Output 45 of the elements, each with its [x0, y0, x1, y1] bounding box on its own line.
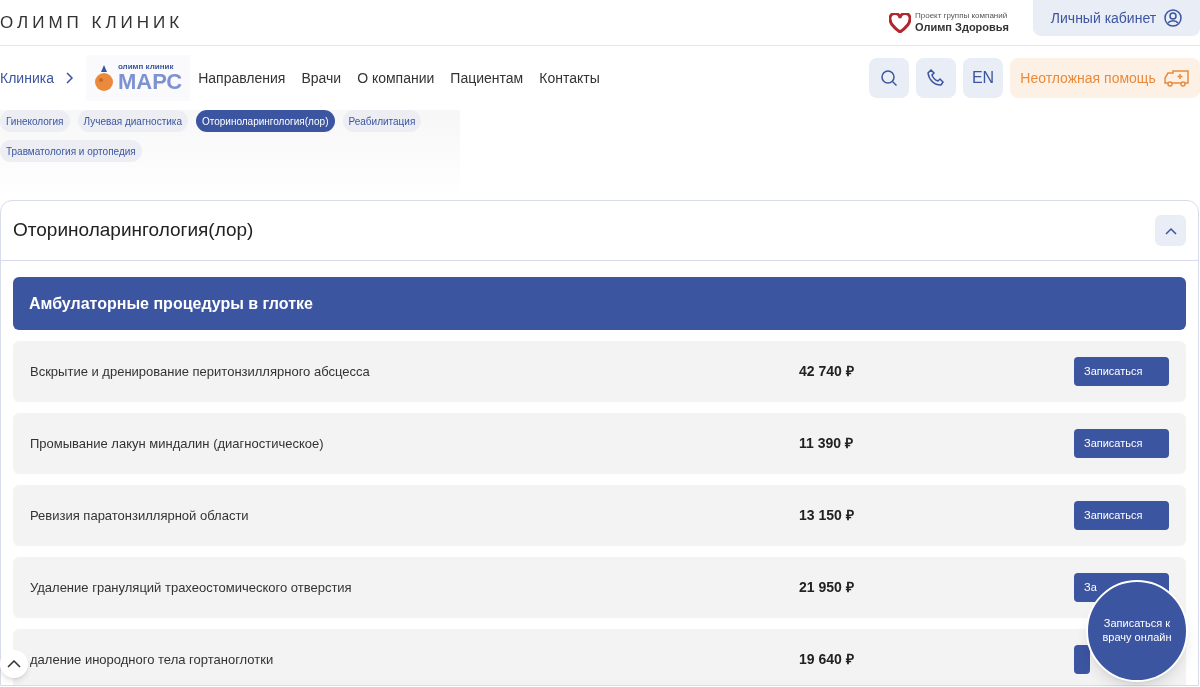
site-logo-text[interactable]: ОЛИМП КЛИНИК — [0, 9, 889, 36]
group-name: Олимп Здоровья — [915, 20, 1009, 35]
chevron-up-icon — [7, 660, 21, 668]
nav-link[interactable]: О компании — [357, 67, 435, 89]
ambulance-icon — [1163, 69, 1190, 87]
service-name: Ревизия паратонзиллярной области — [30, 506, 250, 525]
search-button[interactable] — [869, 58, 909, 98]
search-icon — [880, 69, 898, 87]
user-icon — [1164, 9, 1183, 27]
account-button[interactable]: Личный кабинет — [1033, 0, 1200, 36]
collapse-button[interactable] — [1155, 215, 1186, 246]
phone-button[interactable] — [916, 58, 956, 98]
service-price: 21 950 ₽ — [799, 578, 855, 597]
nav-link[interactable]: Контакты — [539, 67, 600, 89]
filter-chip[interactable]: Оториноларингология(лор) — [195, 110, 335, 132]
service-price: 11 390 ₽ — [799, 434, 854, 453]
nav-link[interactable]: Направления — [198, 67, 286, 89]
service-name: Удаление грануляций трахеостомического отверстия — [30, 578, 353, 597]
service-price: 42 740 ₽ — [799, 362, 855, 381]
service-name: Промывание лакун миндалин (диагностическое) — [30, 434, 325, 453]
heart-logo-icon — [889, 12, 911, 33]
book-button[interactable]: Записаться — [1074, 429, 1169, 458]
chevron-right-icon — [65, 72, 74, 84]
book-button[interactable]: Записаться — [1074, 501, 1169, 530]
filter-chip[interactable]: Реабилитация — [342, 110, 422, 132]
nav-link[interactable]: Врачи — [301, 67, 342, 89]
breadcrumb-link[interactable]: Клиника — [0, 67, 54, 89]
service-price: 19 640 ₽ — [799, 650, 855, 669]
section-title: Оториноларингология(лор) — [13, 218, 255, 243]
book-button[interactable] — [1074, 645, 1090, 674]
service-name: даление инородного тела гортаноглотки — [30, 650, 275, 669]
group-header: Амбулаторные процедуры в глотке — [13, 277, 1186, 330]
phone-icon — [927, 69, 945, 87]
filter-chip[interactable]: Травматология и ортопедия — [0, 140, 142, 162]
service-price: 13 150 ₽ — [799, 506, 855, 525]
chevron-icon — [1164, 226, 1177, 235]
group-caption: Проект группы компаний — [915, 10, 1009, 21]
language-button[interactable]: EN — [963, 58, 1003, 98]
service-name: Вскрытие и дренирование перитонзиллярного абсцесса — [30, 362, 371, 381]
filter-chip[interactable]: Гинекология — [0, 110, 70, 132]
planet-rocket-icon — [93, 65, 114, 91]
nav-link[interactable]: Пациентам — [450, 67, 524, 89]
clinic-logo[interactable]: олимп клиник МАРС — [85, 55, 191, 101]
filter-chip[interactable]: Лучевая диагностика — [77, 110, 188, 132]
book-button[interactable]: Записаться — [1074, 357, 1169, 386]
